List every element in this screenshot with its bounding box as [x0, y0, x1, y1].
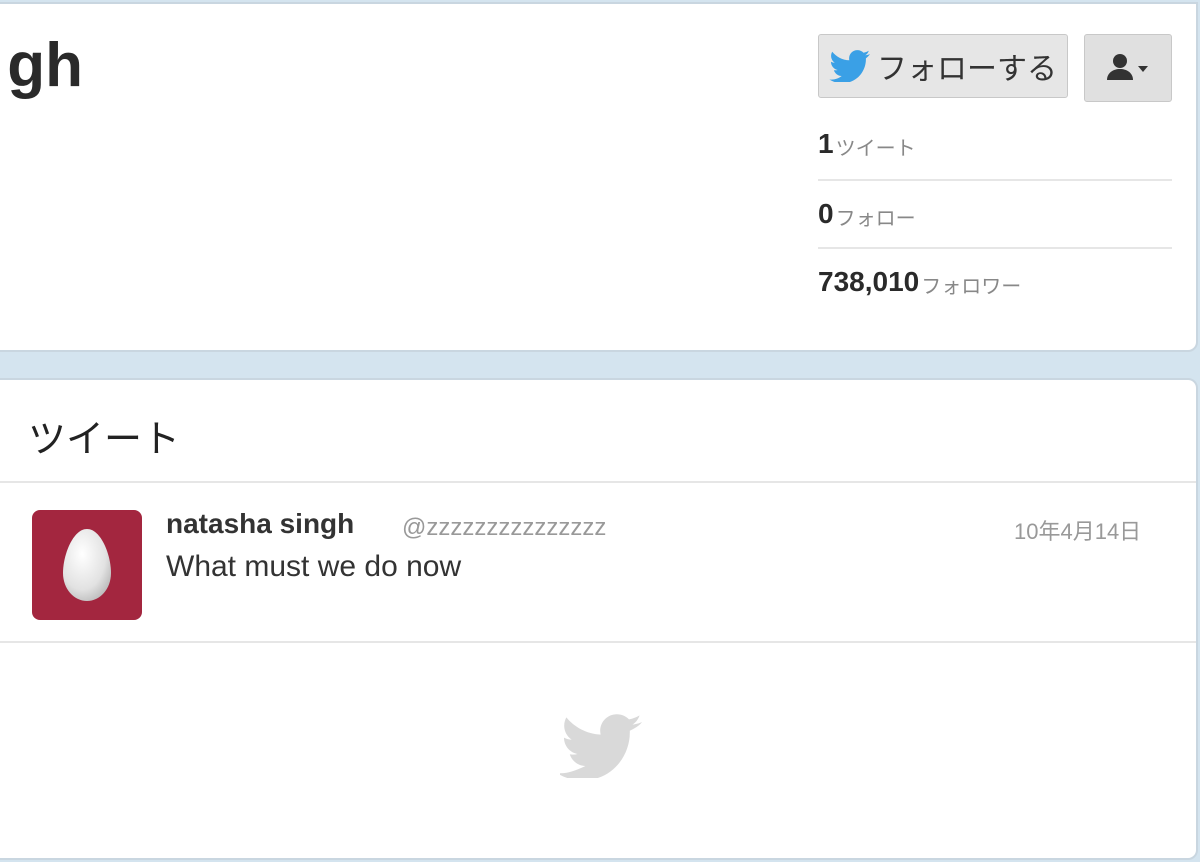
profile-card: gh フォローする 1 ツイート 0 フォロー 738,010 フォロワー	[0, 2, 1198, 352]
stat-label: ツイート	[835, 137, 916, 160]
tweet-timestamp[interactable]: 10年4月14日	[1014, 514, 1141, 546]
stat-label: フォロワー	[921, 275, 1022, 298]
stat-value: 738,010	[818, 266, 920, 297]
divider	[0, 481, 1196, 483]
tweets-heading: ツイート	[28, 419, 181, 461]
stat-tweets[interactable]: 1 ツイート	[818, 110, 1172, 178]
stat-value: 1	[818, 128, 834, 159]
default-egg-icon	[63, 529, 111, 601]
tweet-author-handle[interactable]: @zzzzzzzzzzzzzzz	[402, 514, 606, 542]
stat-label: フォロー	[835, 207, 916, 230]
follow-button[interactable]: フォローする	[818, 34, 1068, 98]
tweet-text: What must we do now	[166, 550, 462, 583]
stat-value: 0	[818, 198, 834, 229]
follow-button-label: フォローする	[877, 53, 1057, 86]
profile-name: gh	[7, 31, 83, 100]
user-dropdown-icon	[1107, 54, 1148, 80]
twitter-bird-icon	[829, 50, 870, 82]
user-menu-button[interactable]	[1084, 34, 1172, 102]
tweets-card: ツイート natasha singh @zzzzzzzzzzzzzzz 10年4…	[0, 378, 1198, 860]
stat-followers[interactable]: 738,010 フォロワー	[818, 248, 1172, 316]
stat-following[interactable]: 0 フォロー	[818, 180, 1172, 248]
twitter-bird-icon	[560, 714, 642, 778]
divider	[0, 641, 1196, 643]
tweet-author-name[interactable]: natasha singh	[166, 508, 354, 540]
avatar[interactable]	[32, 510, 142, 620]
